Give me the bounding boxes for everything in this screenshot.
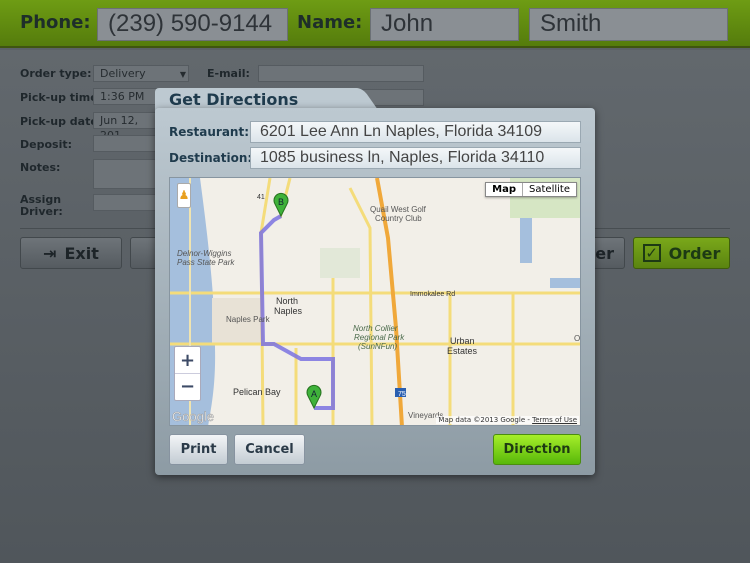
label-quail2: Country Club bbox=[375, 214, 422, 223]
marker-a-icon[interactable]: A bbox=[306, 384, 322, 410]
pickup-date-field[interactable]: Jun 12, 201 bbox=[93, 112, 163, 142]
exit-button[interactable]: ⇥ Exit bbox=[20, 237, 122, 269]
assign-driver-label: Assign Driver: bbox=[20, 193, 63, 218]
lake bbox=[520, 218, 532, 263]
direction-button[interactable]: Direction bbox=[493, 434, 581, 465]
label-naples-park: Naples Park bbox=[226, 315, 271, 324]
marker-b-icon[interactable]: B bbox=[273, 192, 289, 218]
zoom-in-button[interactable]: + bbox=[175, 347, 200, 374]
phone-field[interactable]: (239) 590-9144 bbox=[97, 8, 288, 41]
checkbox-icon: ✓ bbox=[642, 244, 661, 262]
attribution-text: Map data ©2013 Google - bbox=[438, 416, 533, 424]
label-urban: Urban bbox=[450, 336, 475, 346]
pickup-time-label: Pick-up time: bbox=[20, 91, 103, 104]
assign-driver-field[interactable] bbox=[93, 194, 163, 211]
email-label: E-mail: bbox=[207, 67, 250, 80]
phone-label: Phone: bbox=[20, 12, 91, 33]
name-label: Name: bbox=[297, 12, 363, 33]
label-ncollier2: Regional Park bbox=[354, 333, 405, 342]
map-view[interactable]: Quail West Golf Country Club Delnor-Wigg… bbox=[169, 177, 581, 426]
label-us41: 41 bbox=[257, 194, 265, 201]
map-canvas: Quail West Golf Country Club Delnor-Wigg… bbox=[170, 178, 581, 425]
google-logo: Google bbox=[172, 409, 214, 424]
map-attribution: Map data ©2013 Google - Terms of Use bbox=[436, 416, 579, 424]
label-immokalee: Immokalee Rd bbox=[410, 291, 455, 298]
restaurant-field[interactable]: 6201 Lee Ann Ln Naples, Florida 34109 bbox=[250, 121, 581, 143]
i75-shield-label: 75 bbox=[398, 391, 406, 398]
label-delnor: Delnor-Wiggins bbox=[177, 249, 231, 258]
pickup-date-label: Pick-up date: bbox=[20, 115, 103, 128]
last-name-field[interactable]: Smith bbox=[529, 8, 728, 41]
notes-label: Notes: bbox=[20, 161, 61, 174]
customer-header: Phone: (239) 590-9144 Name: John Smith bbox=[0, 0, 750, 48]
notes-field[interactable] bbox=[93, 159, 163, 189]
exit-label: Exit bbox=[64, 243, 99, 263]
first-name-field[interactable]: John bbox=[370, 8, 519, 41]
email-field[interactable] bbox=[258, 65, 424, 82]
deposit-label: Deposit: bbox=[20, 138, 72, 151]
terms-link[interactable]: Terms of Use bbox=[532, 416, 577, 424]
label-ol: Ol bbox=[574, 334, 581, 343]
order-label: Order bbox=[668, 243, 721, 263]
print-button[interactable]: Print bbox=[169, 434, 228, 465]
dialog-title: Get Directions bbox=[169, 90, 299, 109]
label-north: North bbox=[276, 296, 298, 306]
road-livingston bbox=[348, 187, 374, 425]
order-type-select[interactable]: Delivery ▼ bbox=[93, 65, 189, 82]
label-estates: Estates bbox=[447, 346, 478, 356]
destination-label: Destination: bbox=[169, 151, 253, 165]
zoom-out-button[interactable]: − bbox=[175, 374, 200, 401]
park-area bbox=[320, 248, 360, 278]
map-type-map[interactable]: Map bbox=[486, 183, 524, 196]
zoom-control: + − bbox=[174, 346, 201, 401]
chevron-down-icon: ▼ bbox=[179, 70, 186, 79]
pegman-icon[interactable]: ♟ bbox=[177, 183, 191, 208]
map-type-control: Map Satellite bbox=[485, 182, 577, 197]
order-type-value: Delivery bbox=[100, 67, 146, 80]
cancel-button[interactable]: Cancel bbox=[234, 434, 305, 465]
marker-a-label: A bbox=[311, 389, 317, 399]
order-button[interactable]: ✓ Order bbox=[633, 237, 730, 269]
label-naples: Naples bbox=[274, 306, 303, 316]
restaurant-label: Restaurant: bbox=[169, 125, 249, 139]
pickup-time-field[interactable]: 1:36 PM bbox=[93, 88, 163, 105]
label-pelican: Pelican Bay bbox=[233, 387, 281, 397]
map-type-satellite[interactable]: Satellite bbox=[523, 183, 576, 196]
label-delnor2: Pass State Park bbox=[177, 258, 235, 267]
deposit-field[interactable] bbox=[93, 135, 163, 152]
label-ncollier: North Collier bbox=[353, 324, 398, 333]
lake bbox=[550, 278, 580, 288]
label-quail: Quail West Golf bbox=[370, 205, 427, 214]
label-ncollier3: (SunNFun) bbox=[358, 342, 397, 351]
order-type-label: Order type: bbox=[20, 67, 92, 80]
destination-field[interactable]: 1085 business ln, Naples, Florida 34110 bbox=[250, 147, 581, 169]
marker-b-label: B bbox=[278, 197, 284, 207]
exit-icon: ⇥ bbox=[43, 243, 57, 263]
